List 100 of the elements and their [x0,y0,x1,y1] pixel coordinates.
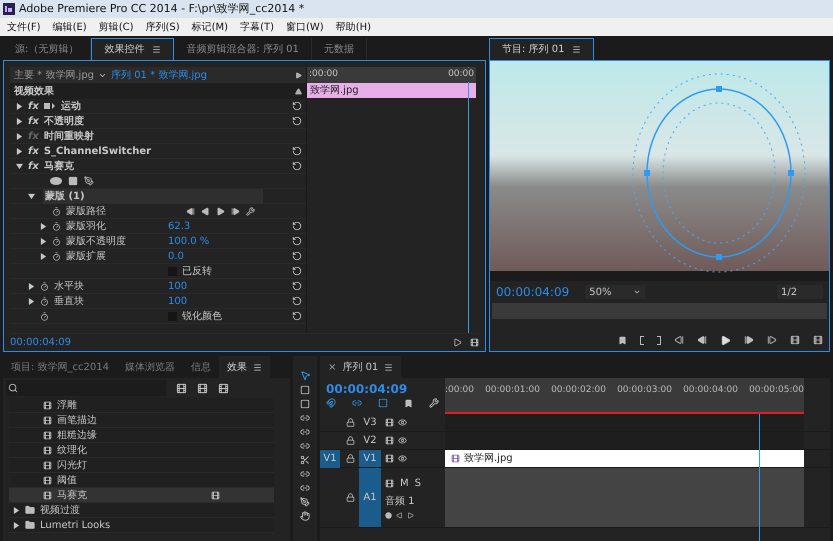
collapsed-triangle-icon[interactable] [16,132,23,140]
master-clip-label[interactable]: 主要 * 致学网.jpg [10,68,98,82]
collapsed-triangle-icon[interactable] [16,102,23,110]
fx-badge[interactable]: fx [28,158,39,174]
next-keyframe-icon[interactable] [407,512,414,519]
property-value[interactable]: 62.3 [168,218,288,234]
reset-icon[interactable] [292,116,302,126]
reset-icon[interactable] [292,266,302,276]
timeline-playhead[interactable] [759,414,760,541]
zoom-dropdown[interactable]: 50% [585,285,646,299]
eye-icon[interactable] [398,454,407,463]
folder-item[interactable]: 视频过渡 [9,503,274,518]
stopwatch-icon[interactable] [40,282,49,290]
stopwatch-icon[interactable] [40,312,49,320]
razor-tool-icon[interactable] [300,455,310,465]
resolution-dropdown[interactable]: 1/2 [777,285,823,299]
hand-tool-icon[interactable] [300,511,310,521]
track-target[interactable]: A1 [359,468,381,527]
playhead-line[interactable] [468,67,469,333]
mark-out-icon[interactable] [657,336,661,344]
track-target[interactable]: V1 [359,450,381,467]
fx-badge[interactable]: fx [28,144,39,158]
timecode[interactable]: 00:00:04:09 [496,283,570,301]
fx-badge[interactable]: fx [28,114,39,128]
effect-item[interactable]: 纹理化 [9,443,274,458]
collapsed-triangle-icon[interactable] [16,148,23,154]
track-target[interactable]: V2 [359,432,381,449]
expanded-triangle-icon[interactable] [16,162,23,170]
property-value[interactable]: 100.0 % [168,234,288,248]
menu-item[interactable]: 序列(S) [140,20,185,34]
timeline-ruler[interactable]: :00:00 00:00:01:00 00:00:02:00 00:00:03:00 00:00:04:00 00:00:05:00 [445,378,804,414]
transform-handle-icon[interactable] [44,102,56,110]
reset-icon[interactable] [292,221,302,231]
menu-item[interactable]: 帮助(H) [330,20,376,34]
panel-tab[interactable]: 效果控件 [91,38,174,60]
step-back-icon[interactable] [697,335,707,345]
reset-icon[interactable] [292,281,302,291]
go-to-in-icon[interactable] [674,335,684,345]
folder-item[interactable]: Lumetri Looks [9,518,274,533]
video-clip[interactable]: 致学网.jpg [445,450,804,467]
play-icon[interactable] [720,334,731,346]
reset-icon[interactable] [292,236,302,246]
reset-icon[interactable] [292,296,302,306]
reset-icon[interactable] [292,161,302,171]
stopwatch-icon[interactable] [52,252,61,260]
stopwatch-icon[interactable] [52,206,61,216]
property-value[interactable]: 0.0 [168,248,288,264]
effect-item[interactable]: 粗糙边缘 [9,428,274,443]
effect-item[interactable]: 闪光灯 [9,458,274,473]
panel-tab[interactable]: 效果 [219,356,270,378]
stopwatch-icon[interactable] [52,222,61,230]
collapsed-triangle-icon[interactable] [16,118,23,124]
clip-bar[interactable]: 致学网.jpg [307,83,476,98]
solo-button[interactable]: S [414,476,421,491]
panel-tab[interactable]: × 序列 01 [320,356,402,378]
collapsed-triangle-icon[interactable] [40,222,47,230]
property-value[interactable]: 100 [168,294,288,308]
menu-icon[interactable] [152,45,162,54]
marker-icon[interactable] [618,336,627,344]
panel-tab[interactable]: 节目: 序列 01 [489,38,594,60]
track-target[interactable]: V3 [359,414,381,431]
lock-icon[interactable] [346,436,355,445]
lock-icon[interactable] [346,418,355,427]
lock-icon[interactable] [346,454,355,463]
mute-button[interactable]: M [400,476,409,491]
mask-ellipse-drawing[interactable] [632,73,807,273]
eye-icon[interactable] [398,418,407,427]
track-backward-icon[interactable] [201,206,210,216]
ellipse-mask-icon[interactable] [50,177,62,185]
wrench-icon[interactable] [246,206,255,216]
source-patch[interactable]: V1 [320,450,340,468]
snap-icon[interactable] [326,398,336,408]
collapse-icon[interactable] [295,88,302,94]
menu-item[interactable]: 文件(F) [2,20,46,34]
stopwatch-icon[interactable] [52,236,61,246]
fx-badge[interactable]: fx [28,98,39,114]
reset-icon[interactable] [292,101,302,111]
stopwatch-icon[interactable] [40,296,49,306]
previous-keyframe-icon[interactable] [396,512,403,519]
panel-tab[interactable]: 媒体浏览器 [117,356,183,378]
lock-icon[interactable] [346,493,355,502]
collapsed-triangle-icon[interactable] [28,282,35,290]
rectangle-mask-icon[interactable] [68,176,78,186]
mini-timeline-ruler[interactable]: :00:00 00:00 [307,67,476,83]
reset-icon[interactable] [292,251,302,261]
expanded-triangle-icon[interactable] [28,192,35,200]
go-to-out-icon[interactable] [767,335,777,345]
step-forward-icon[interactable] [744,335,754,345]
panel-tab[interactable]: 信息 [183,356,219,378]
menu-item[interactable]: 编辑(E) [48,20,92,34]
menu-icon[interactable] [572,45,582,54]
linked-selection-icon[interactable] [352,398,362,408]
menu-icon[interactable] [253,362,262,372]
next-keyframe-icon[interactable] [231,206,240,216]
reset-icon[interactable] [292,311,302,321]
timecode[interactable]: 00:00:04:09 [10,335,72,350]
collapsed-triangle-icon[interactable] [13,522,20,528]
previous-keyframe-icon[interactable] [186,206,195,216]
sequence-clip-label[interactable]: 序列 01 * 致学网.jpg [107,68,211,82]
track-forward-icon[interactable] [216,206,225,216]
